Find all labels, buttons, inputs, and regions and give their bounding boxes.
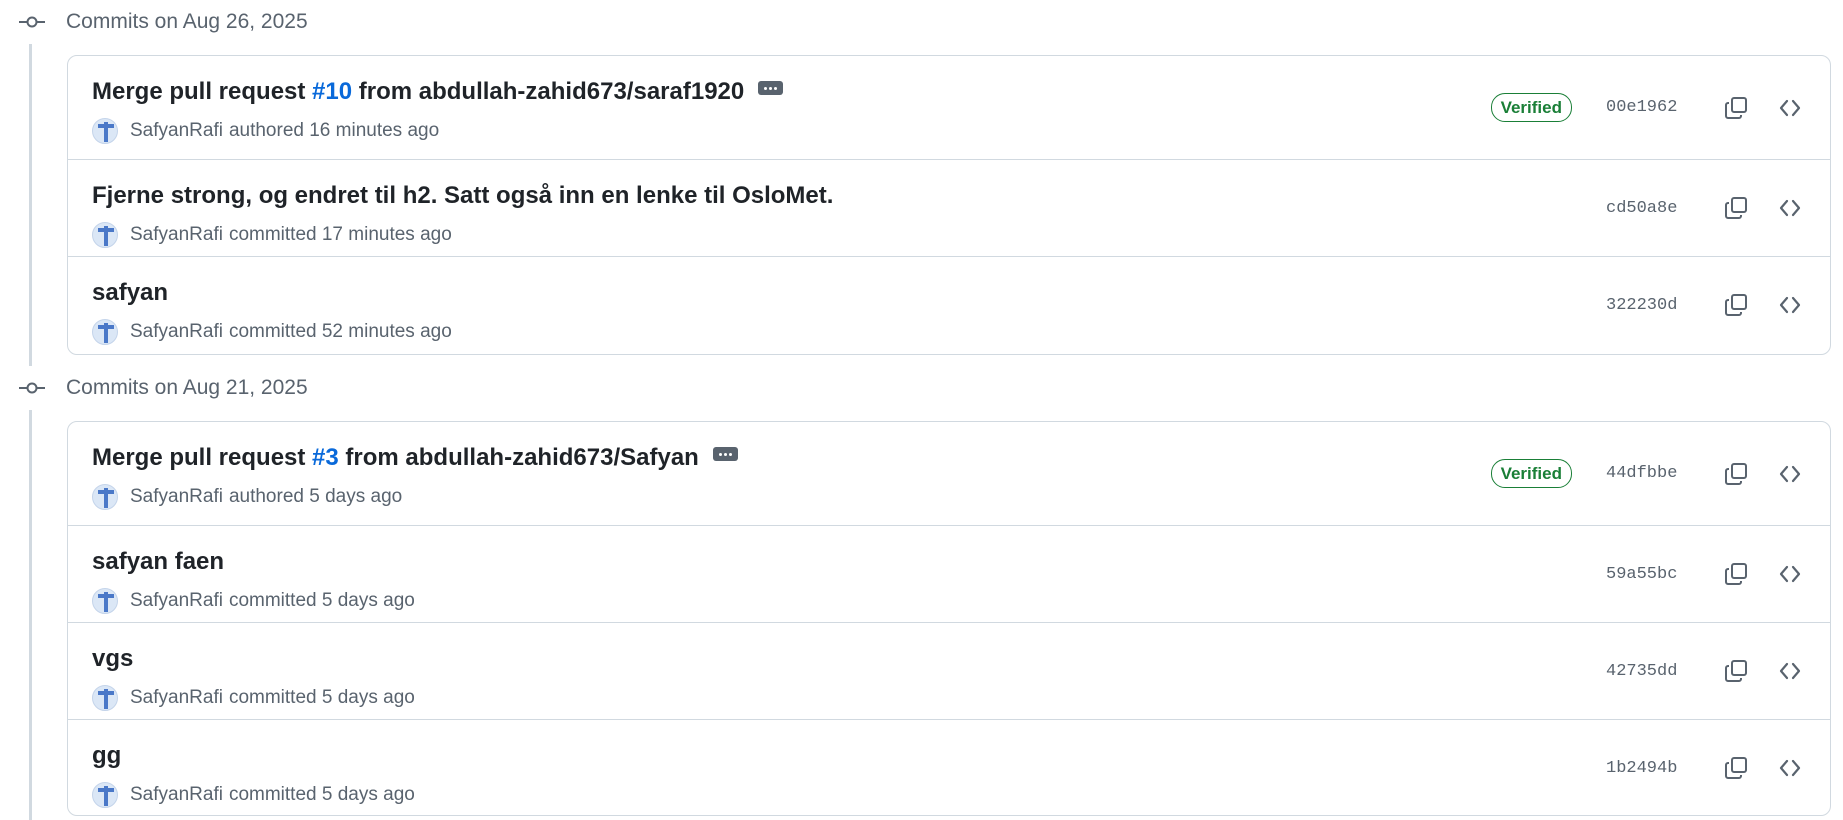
commit-title[interactable]: gg [92, 742, 121, 770]
commit-group-title: Commits on Aug 26, 2025 [66, 10, 308, 33]
commit-actions: 59a55bc [1606, 526, 1806, 622]
code-icon[interactable] [1774, 289, 1806, 321]
commit-actions: Verified 00e1962 [1490, 56, 1806, 159]
commit-time: committed 5 days ago [228, 687, 415, 708]
copy-icon[interactable] [1720, 458, 1752, 490]
git-commit-icon [19, 16, 45, 28]
avatar[interactable] [92, 222, 118, 248]
commit-title[interactable]: safyan faen [92, 548, 224, 576]
git-commit-icon [19, 382, 45, 394]
copy-icon[interactable] [1720, 192, 1752, 224]
code-icon[interactable] [1774, 192, 1806, 224]
commit-title-text[interactable]: Merge pull request [92, 444, 312, 472]
commit-title-text[interactable]: from abdullah-zahid673/saraf1920 [352, 78, 745, 106]
avatar[interactable] [92, 484, 118, 510]
commit-sha[interactable]: 00e1962 [1606, 98, 1677, 117]
commit-title[interactable]: safyan [92, 279, 168, 307]
copy-icon[interactable] [1720, 655, 1752, 687]
commit-meta: SafyanRafi authored 5 days ago [92, 484, 402, 510]
commit-time: committed 5 days ago [228, 590, 415, 611]
commit-author[interactable]: SafyanRafi [130, 119, 223, 143]
copy-icon[interactable] [1720, 92, 1752, 124]
avatar[interactable] [92, 782, 118, 808]
commit-author[interactable]: SafyanRafi [130, 589, 223, 613]
commit-author[interactable]: SafyanRafi [130, 320, 223, 344]
code-icon[interactable] [1774, 752, 1806, 784]
commit-actions: cd50a8e [1606, 160, 1806, 256]
commit-title[interactable]: Merge pull request #10 from abdullah-zah… [92, 78, 784, 106]
avatar[interactable] [92, 588, 118, 614]
commit-time: authored 5 days ago [228, 486, 403, 507]
commit-meta: SafyanRafi committed 17 minutes ago [92, 222, 452, 248]
commit-sha[interactable]: 322230d [1606, 296, 1677, 315]
commit-meta: SafyanRafi authored 16 minutes ago [92, 118, 439, 144]
commit-author[interactable]: SafyanRafi [130, 223, 223, 247]
commit-row: gg SafyanRafi committed 5 days ago 1b249… [68, 719, 1830, 815]
commit-row: safyan SafyanRafi committed 52 minutes a… [68, 256, 1830, 353]
commit-time: committed 5 days ago [228, 784, 415, 805]
verified-badge[interactable]: Verified [1490, 459, 1572, 488]
commit-sha[interactable]: 1b2494b [1606, 759, 1677, 778]
commit-row: Merge pull request #3 from abdullah-zahi… [68, 422, 1830, 525]
copy-icon[interactable] [1720, 289, 1752, 321]
kebab-horizontal-icon[interactable] [758, 81, 784, 95]
commit-author[interactable]: SafyanRafi [130, 485, 223, 509]
code-icon[interactable] [1774, 458, 1806, 490]
avatar[interactable] [92, 118, 118, 144]
commit-list: Merge pull request #3 from abdullah-zahi… [67, 421, 1831, 816]
kebab-horizontal-icon[interactable] [712, 447, 738, 461]
pull-request-link[interactable]: #10 [312, 78, 352, 106]
commit-group-title: Commits on Aug 21, 2025 [66, 376, 308, 399]
commit-list: Merge pull request #10 from abdullah-zah… [67, 55, 1831, 355]
commit-group-header: Commits on Aug 26, 2025 [0, 0, 1843, 44]
commits-page: Commits on Aug 26, 2025 Merge pull reque… [0, 0, 1843, 820]
commit-row: Merge pull request #10 from abdullah-zah… [68, 56, 1830, 159]
commit-row: vgs SafyanRafi committed 5 days ago 4273… [68, 622, 1830, 719]
commit-meta: SafyanRafi committed 5 days ago [92, 685, 415, 711]
commit-row: Fjerne strong, og endret til h2. Satt og… [68, 159, 1830, 256]
commit-title-text[interactable]: Merge pull request [92, 78, 312, 106]
commit-time: committed 52 minutes ago [228, 321, 452, 342]
commit-sha[interactable]: 42735dd [1606, 662, 1677, 681]
commit-time: authored 16 minutes ago [228, 120, 440, 141]
code-icon[interactable] [1774, 92, 1806, 124]
commit-group-header: Commits on Aug 21, 2025 [0, 366, 1843, 410]
commit-actions: 322230d [1606, 257, 1806, 353]
commit-meta: SafyanRafi committed 52 minutes ago [92, 319, 452, 345]
commit-title-text[interactable]: from abdullah-zahid673/Safyan [339, 444, 698, 472]
commit-title[interactable]: Fjerne strong, og endret til h2. Satt og… [92, 182, 833, 210]
commit-sha[interactable]: cd50a8e [1606, 199, 1677, 218]
commit-sha[interactable]: 44dfbbe [1606, 464, 1677, 483]
commit-actions: 1b2494b [1606, 720, 1806, 815]
commit-author[interactable]: SafyanRafi [130, 783, 223, 807]
pull-request-link[interactable]: #3 [312, 444, 339, 472]
commit-actions: 42735dd [1606, 623, 1806, 719]
commit-author[interactable]: SafyanRafi [130, 686, 223, 710]
copy-icon[interactable] [1720, 752, 1752, 784]
code-icon[interactable] [1774, 655, 1806, 687]
timeline-line [29, 410, 32, 820]
commit-meta: SafyanRafi committed 5 days ago [92, 782, 415, 808]
avatar[interactable] [92, 685, 118, 711]
commit-meta: SafyanRafi committed 5 days ago [92, 588, 415, 614]
commit-title[interactable]: Merge pull request #3 from abdullah-zahi… [92, 444, 738, 472]
timeline-line [29, 44, 32, 366]
commit-sha[interactable]: 59a55bc [1606, 565, 1677, 584]
copy-icon[interactable] [1720, 558, 1752, 590]
commit-time: committed 17 minutes ago [228, 224, 452, 245]
code-icon[interactable] [1774, 558, 1806, 590]
avatar[interactable] [92, 319, 118, 345]
commit-title[interactable]: vgs [92, 645, 133, 673]
verified-badge[interactable]: Verified [1490, 93, 1572, 122]
commit-actions: Verified 44dfbbe [1490, 422, 1806, 525]
commit-row: safyan faen SafyanRafi committed 5 days … [68, 525, 1830, 622]
